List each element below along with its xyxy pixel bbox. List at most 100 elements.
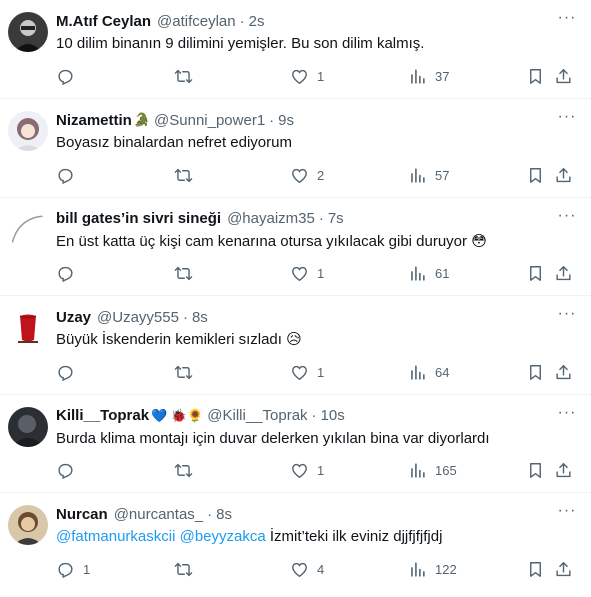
repost-button[interactable] — [174, 65, 201, 87]
views-icon — [411, 68, 425, 84]
avatar[interactable] — [8, 111, 48, 151]
views-button[interactable]: 64 — [408, 361, 449, 383]
separator-dot: · — [311, 407, 317, 424]
share-button[interactable] — [554, 558, 573, 580]
avatar[interactable] — [8, 308, 48, 348]
views-button[interactable]: 61 — [408, 263, 449, 285]
share-button[interactable] — [554, 164, 573, 186]
timestamp[interactable]: 10s — [321, 407, 345, 424]
bookmark-icon — [530, 167, 541, 183]
tweet[interactable]: Nurcan @nurcantas_ · 8s ··· @fatmanurkas… — [0, 493, 591, 592]
repost-button[interactable] — [174, 460, 201, 482]
bookmark-button[interactable] — [526, 164, 545, 186]
more-icon[interactable]: ··· — [557, 10, 577, 31]
timestamp[interactable]: 9s — [278, 112, 294, 129]
timestamp[interactable]: 8s — [216, 506, 232, 523]
reply-icon — [58, 168, 73, 184]
like-icon — [292, 463, 307, 479]
bookmark-button[interactable] — [526, 65, 545, 87]
user-handle[interactable]: @Uzayy555 — [97, 309, 179, 326]
user-handle[interactable]: @hayaizm35 — [227, 210, 315, 227]
share-icon — [556, 463, 571, 478]
reply-icon — [58, 562, 73, 578]
reply-button[interactable] — [56, 361, 83, 383]
bookmark-button[interactable] — [526, 263, 545, 285]
views-button[interactable]: 37 — [408, 65, 449, 87]
avatar[interactable] — [8, 12, 48, 52]
tweet[interactable]: Uzay @Uzayy555 · 8s ··· Büyük İskenderin… — [0, 296, 591, 395]
reply-button[interactable] — [56, 263, 83, 285]
like-count: 1 — [317, 364, 325, 380]
reply-button[interactable] — [56, 164, 83, 186]
views-icon — [411, 266, 425, 281]
display-name[interactable]: Uzay — [56, 309, 91, 326]
timestamp[interactable]: 8s — [192, 309, 208, 326]
avatar[interactable] — [8, 505, 48, 545]
avatar[interactable] — [8, 209, 48, 250]
repost-icon — [174, 266, 193, 281]
user-handle[interactable]: @Sunni_power1 — [154, 112, 265, 129]
tweet[interactable]: Nizamettin 🐊 @Sunni_power1 · 9s ··· Boya… — [0, 99, 591, 198]
tweet[interactable]: Killi__Toprak 💙 🐞🌻 @Killi__Toprak · 10s … — [0, 395, 591, 493]
repost-button[interactable] — [174, 164, 201, 186]
avatar[interactable] — [8, 406, 48, 447]
more-icon[interactable]: ··· — [557, 207, 577, 229]
display-name[interactable]: Nizamettin — [56, 112, 132, 129]
more-icon[interactable]: ··· — [557, 306, 577, 327]
mention-link[interactable]: @fatmanurkaskcii — [56, 528, 175, 545]
views-icon — [411, 167, 425, 183]
share-button[interactable] — [554, 65, 573, 87]
tweet-text-part: Burda klima montajı için duvar delerken … — [56, 429, 490, 447]
tweet-text-part: Büyük İskenderin kemikleri sızladı 😥 — [56, 331, 302, 348]
display-name[interactable]: bill gates’in sivri sineği — [56, 210, 221, 227]
tweet-text: @fatmanurkaskcii @beyyzakca İzmit’teki i… — [56, 527, 581, 547]
user-handle[interactable]: @Killi__Toprak — [207, 407, 307, 424]
share-button[interactable] — [554, 460, 573, 482]
tweet-actions: 2 57 — [56, 164, 583, 186]
like-button[interactable]: 2 — [290, 164, 324, 186]
bookmark-button[interactable] — [526, 558, 545, 580]
tweet-actions: 1 165 — [56, 460, 583, 482]
more-icon[interactable]: ··· — [557, 404, 577, 426]
more-icon[interactable]: ··· — [557, 503, 577, 524]
like-button[interactable]: 1 — [290, 361, 324, 383]
name-emoji: 💙 🐞🌻 — [151, 407, 204, 423]
display-name[interactable]: M.Atıf Ceylan — [56, 13, 151, 30]
repost-icon — [174, 69, 193, 83]
view-count: 57 — [435, 167, 450, 183]
bookmark-button[interactable] — [526, 361, 545, 383]
reply-count: 1 — [83, 561, 91, 577]
display-name[interactable]: Killi__Toprak — [56, 407, 149, 424]
timestamp[interactable]: 7s — [328, 210, 344, 227]
like-button[interactable]: 1 — [290, 460, 324, 482]
user-handle[interactable]: @atifceylan — [157, 13, 236, 30]
views-button[interactable]: 122 — [408, 558, 457, 580]
user-handle[interactable]: @nurcantas_ — [114, 506, 203, 523]
like-button[interactable]: 1 — [290, 65, 324, 87]
repost-button[interactable] — [174, 361, 201, 383]
bookmark-icon — [530, 364, 541, 380]
reply-button[interactable] — [56, 65, 83, 87]
share-button[interactable] — [554, 361, 573, 383]
views-button[interactable]: 165 — [408, 460, 457, 482]
reply-button[interactable] — [56, 460, 83, 482]
mention-link[interactable]: @beyyzakca — [180, 528, 266, 545]
views-button[interactable]: 57 — [408, 164, 449, 186]
more-icon[interactable]: ··· — [557, 109, 577, 130]
like-button[interactable]: 4 — [290, 558, 324, 580]
like-icon — [292, 266, 307, 282]
like-button[interactable]: 1 — [290, 263, 324, 285]
repost-button[interactable] — [174, 263, 201, 285]
bookmark-icon — [530, 463, 541, 478]
tweet[interactable]: M.Atıf Ceylan @atifceylan · 2s ··· 10 di… — [0, 0, 591, 99]
display-name[interactable]: Nurcan — [56, 506, 108, 523]
repost-icon — [174, 463, 193, 478]
reply-button[interactable]: 1 — [56, 558, 90, 580]
tweet[interactable]: bill gates’in sivri sineği @hayaizm35 · … — [0, 198, 591, 296]
share-icon — [556, 68, 571, 83]
timestamp[interactable]: 2s — [249, 13, 265, 30]
repost-button[interactable] — [174, 558, 201, 580]
reply-icon — [58, 365, 73, 381]
bookmark-button[interactable] — [526, 460, 545, 482]
share-button[interactable] — [554, 263, 573, 285]
